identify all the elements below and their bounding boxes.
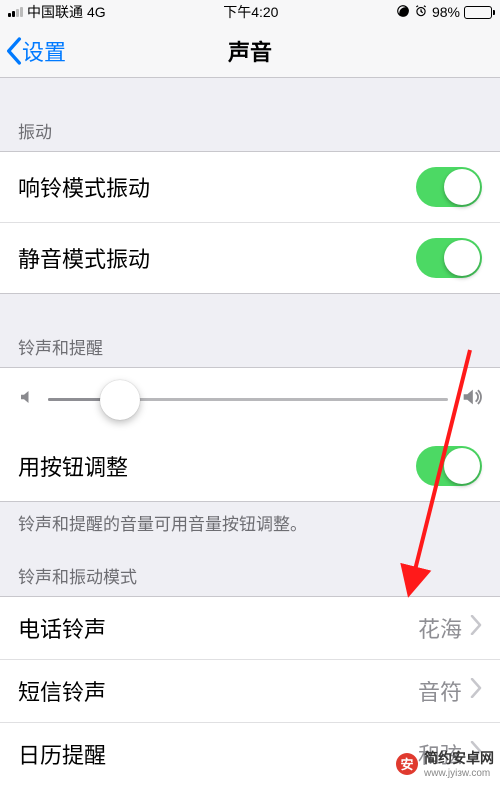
cell-label: 日历提醒: [18, 738, 106, 770]
chevron-right-icon: [470, 615, 482, 641]
cell-label: 静音模式振动: [18, 242, 150, 274]
do-not-disturb-icon: [396, 4, 410, 21]
group-pattern: 电话铃声 花海 短信铃声 音符 日历提醒 和弦 提醒事项的提醒: [0, 596, 500, 785]
cell-label: 响铃模式振动: [18, 171, 150, 203]
cell-calendar-alerts[interactable]: 日历提醒 和弦: [0, 722, 500, 785]
nav-bar: 设置 声音: [0, 24, 500, 78]
cell-label: 电话铃声: [18, 612, 106, 644]
status-right: 98%: [396, 4, 492, 21]
cell-change-with-buttons[interactable]: 用按钮调整: [0, 431, 500, 501]
volume-slider-cell: [0, 368, 500, 431]
back-label: 设置: [22, 35, 66, 67]
toggle-change-with-buttons[interactable]: [416, 446, 482, 486]
alarm-icon: [414, 4, 428, 21]
chevron-right-icon: [470, 678, 482, 704]
toggle-silent-vibrate[interactable]: [416, 238, 482, 278]
speaker-low-icon: [18, 388, 36, 411]
cell-value: 音符: [418, 675, 462, 707]
cell-text-tone[interactable]: 短信铃声 音符: [0, 659, 500, 722]
group-vibration: 响铃模式振动 静音模式振动: [0, 151, 500, 294]
status-bar: 中国联通 4G 下午4:20 98%: [0, 0, 500, 24]
slider-thumb[interactable]: [100, 380, 140, 420]
carrier-label: 中国联通: [27, 2, 83, 22]
cell-silent-vibrate[interactable]: 静音模式振动: [0, 222, 500, 293]
section-header-pattern: 铃声和振动模式: [0, 541, 500, 596]
toggle-ring-vibrate[interactable]: [416, 167, 482, 207]
speaker-high-icon: [460, 386, 482, 413]
group-ringer: 用按钮调整: [0, 367, 500, 502]
cell-ring-vibrate[interactable]: 响铃模式振动: [0, 152, 500, 222]
chevron-right-icon: [470, 741, 482, 767]
volume-slider[interactable]: [48, 398, 448, 401]
section-footer-ringer: 铃声和提醒的音量可用音量按钮调整。: [0, 502, 500, 541]
status-time: 下午4:20: [223, 2, 278, 22]
signal-icon: [8, 7, 23, 17]
section-header-ringer: 铃声和提醒: [0, 294, 500, 367]
cell-ringtone[interactable]: 电话铃声 花海: [0, 597, 500, 659]
cell-value: 花海: [418, 612, 462, 644]
battery-icon: [464, 6, 492, 19]
cell-label: 短信铃声: [18, 675, 106, 707]
page-title: 声音: [0, 35, 500, 67]
back-button[interactable]: 设置: [6, 35, 66, 67]
cell-value: 和弦: [418, 738, 462, 770]
battery-pct: 98%: [432, 4, 460, 20]
section-header-vibration: 振动: [0, 78, 500, 151]
status-left: 中国联通 4G: [8, 2, 106, 22]
cell-label: 用按钮调整: [18, 450, 128, 482]
network-label: 4G: [87, 4, 106, 20]
